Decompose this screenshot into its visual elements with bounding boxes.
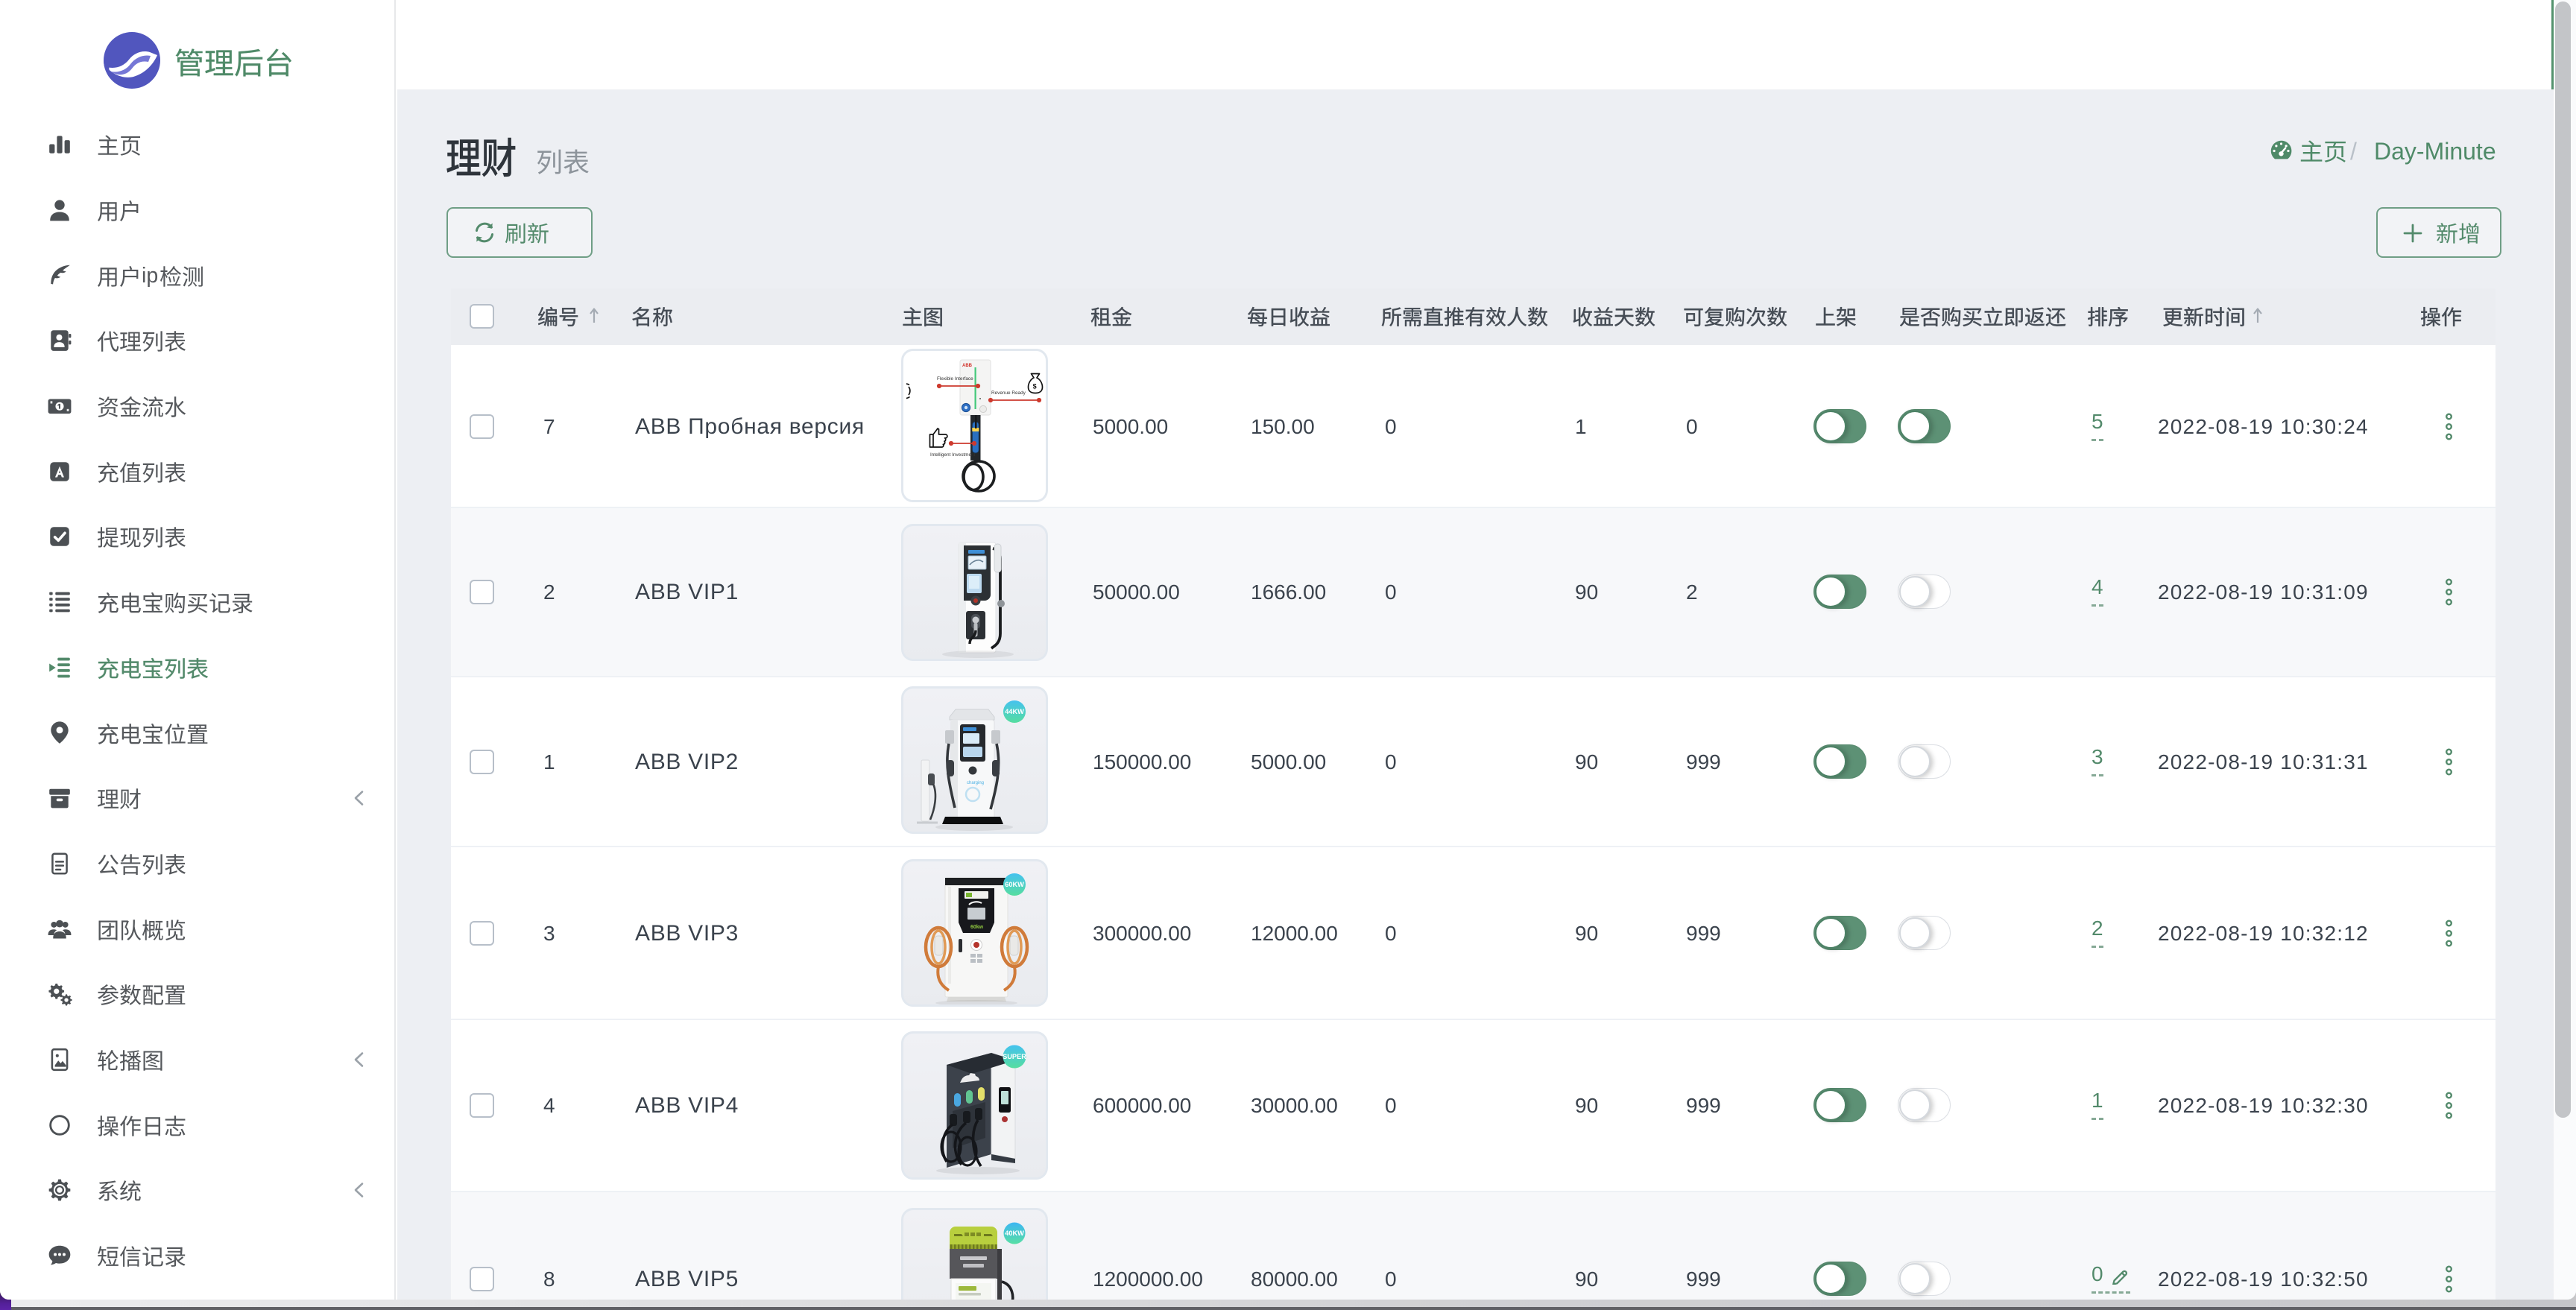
svg-text:60kw: 60kw xyxy=(970,925,984,930)
svg-text:Revenue Ready: Revenue Ready xyxy=(991,390,1026,396)
svg-text:44KW: 44KW xyxy=(1005,708,1024,715)
svg-text:60KW: 60KW xyxy=(1005,881,1024,888)
svg-text:Flexible Interface: Flexible Interface xyxy=(937,376,973,382)
svg-text:40KW: 40KW xyxy=(1005,1230,1024,1237)
svg-text:SUPER: SUPER xyxy=(1003,1053,1026,1060)
svg-text:charging: charging xyxy=(967,781,984,785)
svg-text:Intelligent Investment: Intelligent Investment xyxy=(930,452,976,458)
svg-text:ABB: ABB xyxy=(962,364,973,368)
svg-text:$: $ xyxy=(1033,383,1037,390)
